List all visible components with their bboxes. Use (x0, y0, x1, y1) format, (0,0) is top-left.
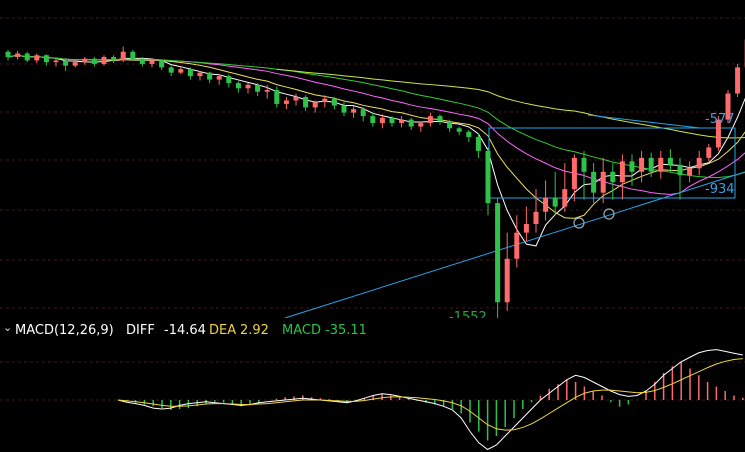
candle-down (456, 128, 462, 132)
candle-up (735, 67, 741, 94)
macd-indicator-header: ⌄ MACD(12,26,9) DIFF -14.64 DEA 2.92 MAC… (0, 318, 745, 342)
dea-value: 2.92 (240, 323, 269, 338)
candle-up (312, 102, 318, 108)
candle-up (245, 84, 251, 89)
candle-up (34, 55, 40, 61)
candle-down (370, 116, 376, 124)
candle-up (514, 232, 520, 259)
candle-down (475, 136, 481, 151)
candle-up (543, 197, 549, 212)
diff-value: -14.64 (164, 323, 206, 338)
candle-down (139, 58, 145, 64)
trend-lines (284, 114, 745, 319)
candlestick-chart-svg[interactable] (0, 0, 745, 452)
candle-down (447, 121, 453, 129)
candle-down (495, 203, 501, 303)
stock-chart[interactable]: -1552 -577 -934 ⌄ MACD(12,26,9) DIFF -14… (0, 0, 745, 452)
candle-down (43, 55, 49, 63)
candle-down (130, 51, 136, 59)
candle-down (648, 157, 654, 172)
candle-up (533, 211, 539, 224)
candle-up (120, 51, 126, 61)
candle-up (216, 76, 222, 80)
diff-label: DIFF (126, 323, 155, 338)
candle-down (466, 131, 472, 137)
candle-down (207, 72, 213, 80)
candle-up (101, 56, 107, 64)
candle-down (168, 67, 174, 73)
candle-down (667, 157, 673, 165)
candle-up (15, 53, 21, 57)
candle-up (418, 123, 424, 127)
candle-up (322, 98, 328, 103)
candle-down (274, 90, 280, 104)
dea-label: DEA (209, 323, 237, 338)
candle-up (696, 157, 702, 169)
level-upper-label: -577 (705, 112, 735, 127)
candle-down (437, 116, 443, 122)
candle-up (687, 168, 693, 176)
candle-up (658, 157, 664, 172)
candle-down (591, 171, 597, 193)
candle-up (427, 116, 433, 124)
candle-up (619, 161, 625, 183)
candle-up (197, 72, 203, 77)
candle-down (24, 53, 30, 61)
candle-up (504, 258, 510, 303)
candle-up (178, 69, 184, 73)
chevron-down-icon[interactable]: ⌄ (3, 321, 12, 334)
candle-down (63, 60, 69, 66)
candle-down (677, 164, 683, 176)
candle-down (303, 96, 309, 108)
candle-down (111, 56, 117, 61)
candle-down (235, 83, 241, 89)
candle-down (360, 109, 366, 117)
candle-down (5, 51, 11, 57)
candle-down (159, 60, 165, 68)
candle-up (571, 157, 577, 190)
candle-down (629, 161, 635, 172)
candle-up (379, 117, 385, 124)
resistance-trend-line (587, 114, 701, 129)
candle-down (552, 197, 558, 207)
candle-down (408, 119, 414, 127)
candle-down (331, 98, 337, 106)
grid-lines (0, 17, 745, 401)
candle-up (82, 58, 88, 63)
candle-up (72, 62, 78, 66)
candle-up (600, 171, 606, 193)
candle-down (389, 117, 395, 124)
candle-down (187, 69, 193, 77)
ma20-line (7, 54, 745, 195)
candle-up (523, 223, 529, 233)
candle-up (639, 157, 645, 172)
level-lower-label: -934 (705, 182, 735, 197)
candle-up (53, 60, 59, 63)
candle-down (255, 84, 261, 92)
candle-down (610, 171, 616, 183)
ma30-line (7, 54, 745, 179)
candle-down (581, 157, 587, 172)
macd-indicator-name[interactable]: MACD(12,26,9) (15, 323, 114, 338)
pivot-marker (573, 217, 585, 229)
moving-average-lines (7, 54, 745, 247)
candle-down (226, 76, 232, 84)
candle-up (351, 109, 357, 113)
candle-down (485, 150, 491, 204)
candle-up (264, 90, 270, 92)
candle-up (562, 189, 568, 207)
dea-line (117, 358, 743, 431)
candle-up (706, 147, 712, 158)
macd-value: -35.11 (325, 323, 367, 338)
candle-down (341, 105, 347, 113)
macd-label: MACD (282, 323, 321, 338)
candle-down (91, 58, 97, 64)
candle-up (399, 119, 405, 124)
candle-up (293, 96, 299, 101)
candle-up (149, 60, 155, 64)
ma5-line (7, 54, 745, 247)
candle-up (283, 100, 289, 104)
